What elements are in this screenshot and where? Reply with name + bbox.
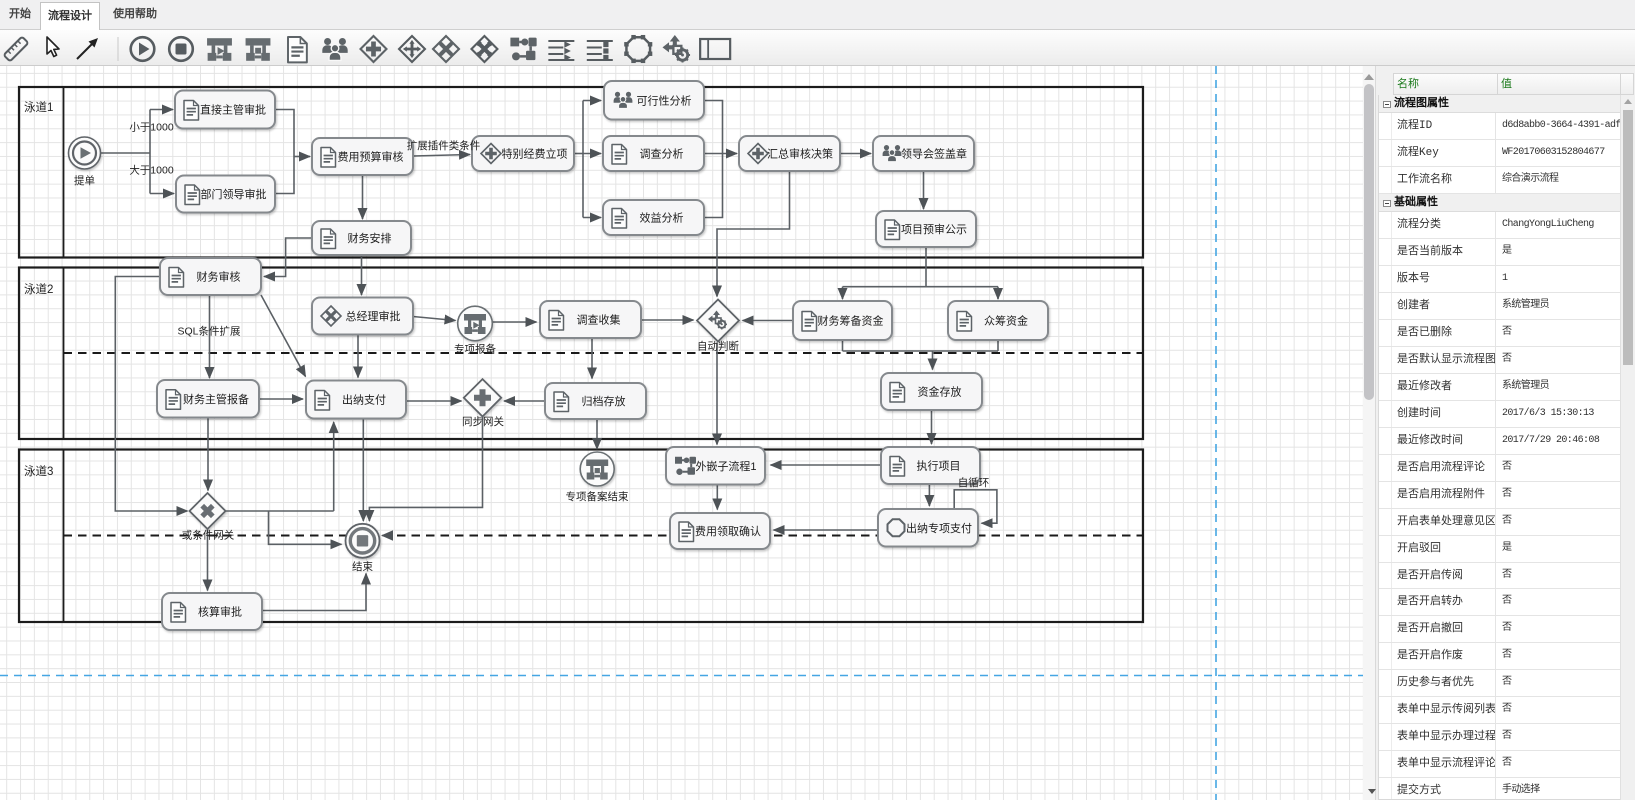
svg-text:财务安排: 财务安排 bbox=[348, 231, 392, 245]
svg-text:大于1000: 大于1000 bbox=[129, 164, 174, 177]
svg-text:调查分析: 调查分析 bbox=[640, 147, 684, 161]
svg-text:专项报备: 专项报备 bbox=[454, 343, 496, 356]
svg-text:SQL条件扩展: SQL条件扩展 bbox=[177, 325, 241, 338]
svg-text:财务审核: 财务审核 bbox=[197, 270, 241, 284]
svg-text:资金存放: 资金存放 bbox=[918, 385, 962, 399]
svg-text:总经理审批: 总经理审批 bbox=[346, 309, 401, 323]
svg-text:专项备案结束: 专项备案结束 bbox=[566, 490, 629, 503]
svg-text:扩展插件类条件: 扩展插件类条件 bbox=[407, 139, 481, 152]
svg-text:效益分析: 效益分析 bbox=[640, 211, 684, 225]
svg-text:众筹资金: 众筹资金 bbox=[984, 314, 1028, 328]
svg-text:出纳专项支付: 出纳专项支付 bbox=[906, 521, 972, 535]
svg-text:提单: 提单 bbox=[74, 175, 95, 187]
svg-text:小于1000: 小于1000 bbox=[129, 122, 174, 134]
svg-text:核算审批: 核算审批 bbox=[198, 605, 242, 619]
svg-text:财务筹备资金: 财务筹备资金 bbox=[818, 314, 884, 328]
svg-text:调查收集: 调查收集 bbox=[577, 313, 621, 327]
svg-text:财务主管报备: 财务主管报备 bbox=[183, 392, 249, 406]
svg-text:费用领取确认: 费用领取确认 bbox=[695, 525, 761, 538]
svg-text:或条件网关: 或条件网关 bbox=[182, 529, 235, 542]
svg-text:泳道1: 泳道1 bbox=[24, 100, 53, 114]
svg-text:自动判断: 自动判断 bbox=[697, 340, 739, 353]
svg-text:泳道2: 泳道2 bbox=[24, 282, 53, 296]
svg-text:出纳支付: 出纳支付 bbox=[342, 393, 386, 407]
svg-text:外嵌子流程1: 外嵌子流程1 bbox=[695, 459, 756, 473]
svg-text:泳道3: 泳道3 bbox=[24, 464, 53, 478]
svg-text:自循环: 自循环 bbox=[958, 476, 990, 489]
svg-text:结束: 结束 bbox=[352, 560, 373, 573]
svg-text:直接主管审批: 直接主管审批 bbox=[200, 103, 266, 117]
svg-text:费用预算审核: 费用预算审核 bbox=[338, 150, 404, 164]
svg-text:特别经费立项: 特别经费立项 bbox=[502, 147, 568, 161]
svg-text:归档存放: 归档存放 bbox=[582, 394, 626, 408]
svg-text:执行项目: 执行项目 bbox=[917, 459, 961, 473]
svg-text:部门领导审批: 部门领导审批 bbox=[201, 187, 267, 201]
svg-text:可行性分析: 可行性分析 bbox=[637, 93, 692, 107]
svg-text:领导会签盖章: 领导会签盖章 bbox=[901, 147, 967, 161]
svg-text:项目预审公示: 项目预审公示 bbox=[901, 222, 967, 236]
svg-text:同步网关: 同步网关 bbox=[462, 415, 504, 428]
svg-text:汇总审核决策: 汇总审核决策 bbox=[767, 147, 833, 161]
